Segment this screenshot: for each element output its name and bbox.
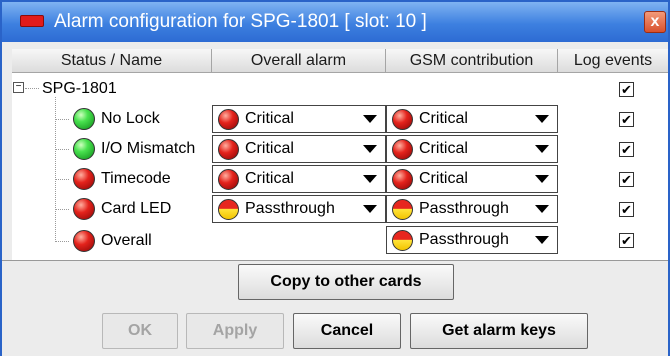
alarm-config-dialog: Alarm configuration for SPG-1801 [ slot:… (0, 0, 670, 356)
row-name-io-mismatch: I/O Mismatch (101, 140, 196, 157)
status-green-led-icon (73, 108, 95, 130)
overall-alarm-select-timecode[interactable]: Critical (212, 165, 386, 193)
log-events-checkbox-overall[interactable]: ✔ (619, 233, 634, 248)
tree-connector (55, 149, 69, 150)
log-events-checkbox-timecode[interactable]: ✔ (619, 172, 634, 187)
column-header-gsm-contribution[interactable]: GSM contribution (386, 49, 558, 73)
copy-to-other-cards-button[interactable]: Copy to other cards (238, 264, 454, 300)
panel-divider (2, 260, 668, 261)
row-name-card-led: Card LED (101, 200, 172, 217)
dropdown-arrow-icon (535, 236, 549, 244)
dropdown-arrow-icon (363, 175, 377, 183)
get-alarm-keys-button[interactable]: Get alarm keys (410, 313, 588, 349)
gsm-contribution-select-no-lock[interactable]: Critical (386, 105, 558, 133)
ok-button[interactable]: OK (102, 313, 178, 349)
status-red-led-icon (73, 198, 95, 220)
passthrough-led-icon (218, 199, 239, 220)
dropdown-arrow-icon (535, 175, 549, 183)
column-header-overall-alarm[interactable]: Overall alarm (212, 49, 386, 73)
dropdown-arrow-icon (535, 115, 549, 123)
select-value: Critical (245, 170, 294, 187)
status-red-led-icon (73, 230, 95, 252)
critical-led-icon (218, 169, 239, 190)
column-header-log-events[interactable]: Log events (558, 49, 668, 73)
tree-connector (55, 179, 69, 180)
critical-led-icon (392, 169, 413, 190)
select-value: Critical (419, 140, 468, 157)
select-value: Passthrough (419, 200, 509, 217)
gsm-contribution-select-overall[interactable]: Passthrough (386, 226, 558, 254)
critical-led-icon (218, 109, 239, 130)
row-name-no-lock: No Lock (101, 110, 160, 127)
passthrough-led-icon (392, 199, 413, 220)
tree-connector (55, 119, 69, 120)
overall-alarm-select-no-lock[interactable]: Critical (212, 105, 386, 133)
gsm-contribution-select-io-mismatch[interactable]: Critical (386, 135, 558, 163)
table-header: Status / Name Overall alarm GSM contribu… (12, 49, 668, 73)
close-button[interactable]: x (644, 11, 666, 33)
alarm-table: Status / Name Overall alarm GSM contribu… (12, 49, 668, 260)
tree-connector (55, 241, 69, 242)
window-title: Alarm configuration for SPG-1801 [ slot:… (54, 11, 427, 32)
cancel-button[interactable]: Cancel (293, 313, 401, 349)
gsm-contribution-select-card-led[interactable]: Passthrough (386, 195, 558, 223)
critical-led-icon (392, 109, 413, 130)
row-name-timecode: Timecode (101, 170, 171, 187)
overall-alarm-select-io-mismatch[interactable]: Critical (212, 135, 386, 163)
status-green-led-icon (73, 138, 95, 160)
dropdown-arrow-icon (535, 145, 549, 153)
select-value: Critical (245, 110, 294, 127)
row-name-overall: Overall (101, 232, 152, 249)
critical-led-icon (392, 139, 413, 160)
log-events-checkbox-card-led[interactable]: ✔ (619, 202, 634, 217)
dropdown-arrow-icon (363, 115, 377, 123)
column-header-status-name[interactable]: Status / Name (12, 49, 212, 73)
dropdown-arrow-icon (363, 145, 377, 153)
select-value: Passthrough (245, 200, 335, 217)
collapse-tree-icon[interactable]: − (13, 82, 24, 93)
apply-button[interactable]: Apply (186, 313, 284, 349)
gsm-contribution-select-timecode[interactable]: Critical (386, 165, 558, 193)
log-events-checkbox-no-lock[interactable]: ✔ (619, 112, 634, 127)
select-value: Passthrough (419, 231, 509, 248)
select-value: Critical (245, 140, 294, 157)
critical-led-icon (218, 139, 239, 160)
log-events-checkbox-root[interactable]: ✔ (619, 82, 634, 97)
status-red-led-icon (73, 168, 95, 190)
title-bar[interactable]: Alarm configuration for SPG-1801 [ slot:… (2, 2, 668, 42)
passthrough-led-icon (392, 230, 413, 251)
tree-connector (25, 88, 39, 89)
overall-alarm-select-card-led[interactable]: Passthrough (212, 195, 386, 223)
select-value: Critical (419, 170, 468, 187)
log-events-checkbox-io-mismatch[interactable]: ✔ (619, 142, 634, 157)
dropdown-arrow-icon (535, 205, 549, 213)
dropdown-arrow-icon (363, 205, 377, 213)
tree-root-label: SPG-1801 (42, 80, 117, 97)
select-value: Critical (419, 110, 468, 127)
tree-connector (55, 209, 69, 210)
alarm-led-icon (20, 15, 44, 27)
